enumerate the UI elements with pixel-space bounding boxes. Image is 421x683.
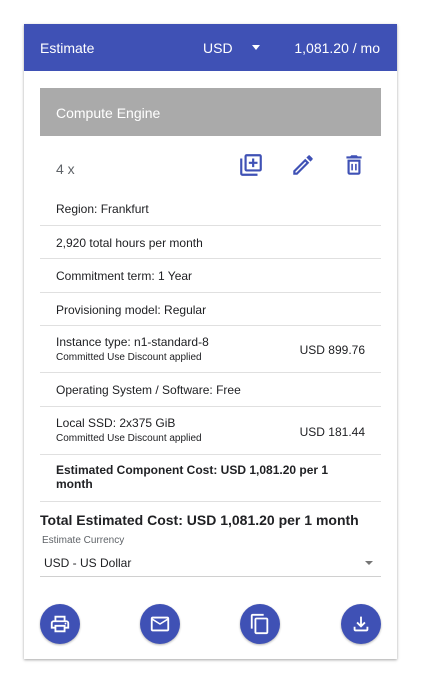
edit-button[interactable] xyxy=(290,152,316,178)
detail-row-ssd: Local SSD: 2x375 GiB Committed Use Disco… xyxy=(40,407,381,455)
delete-button[interactable] xyxy=(341,152,367,178)
ssd-text: Local SSD: 2x375 GiB xyxy=(56,416,176,430)
region-text: Region: Frankfurt xyxy=(56,202,149,216)
component-title-bar: Compute Engine xyxy=(40,88,381,136)
os-text: Operating System / Software: Free xyxy=(56,383,241,397)
currency-select-value: USD - US Dollar xyxy=(44,556,132,570)
provisioning-text: Provisioning model: Regular xyxy=(56,303,207,317)
email-button[interactable] xyxy=(140,604,180,644)
ssd-price: USD 181.44 xyxy=(299,425,365,439)
header-currency[interactable]: USD xyxy=(203,40,233,56)
commitment-text: Commitment term: 1 Year xyxy=(56,269,193,283)
pencil-icon xyxy=(293,155,313,175)
trash-icon xyxy=(346,155,362,175)
instance-price: USD 899.76 xyxy=(299,343,365,357)
component-quantity: 4 x xyxy=(56,161,75,177)
component-cost-text: Estimated Component Cost: USD 1,081.20 p… xyxy=(56,463,329,491)
detail-row-instance: Instance type: n1-standard-8 Committed U… xyxy=(40,326,381,373)
chevron-down-icon xyxy=(365,561,373,565)
instance-type-text: Instance type: n1-standard-8 xyxy=(56,335,209,349)
printer-icon xyxy=(50,615,70,633)
currency-dropdown-icon[interactable] xyxy=(252,45,260,50)
duplicate-button[interactable] xyxy=(238,152,264,178)
ssd-discount-text: Committed Use Discount applied xyxy=(56,433,202,444)
header-total: 1,081.20 / mo xyxy=(294,40,380,56)
detail-row-region: Region: Frankfurt xyxy=(40,192,381,226)
envelope-icon xyxy=(150,616,170,632)
download-button[interactable] xyxy=(341,604,381,644)
total-estimated-cost: Total Estimated Cost: USD 1,081.20 per 1… xyxy=(40,512,359,528)
copy-button[interactable] xyxy=(240,604,280,644)
estimate-title: Estimate xyxy=(40,40,95,56)
add-copy-icon xyxy=(240,154,262,176)
instance-discount-text: Committed Use Discount applied xyxy=(56,352,202,363)
estimate-header: Estimate USD 1,081.20 / mo xyxy=(24,24,397,71)
detail-row-provisioning: Provisioning model: Regular xyxy=(40,293,381,326)
copy-icon xyxy=(250,613,269,635)
component-name: Compute Engine xyxy=(56,105,161,121)
detail-row-hours: 2,920 total hours per month xyxy=(40,226,381,259)
component-details: Region: Frankfurt 2,920 total hours per … xyxy=(40,192,381,502)
hours-text: 2,920 total hours per month xyxy=(56,236,203,250)
currency-select[interactable]: USD - US Dollar xyxy=(40,552,381,577)
detail-row-commitment: Commitment term: 1 Year xyxy=(40,259,381,293)
currency-select-label: Estimate Currency xyxy=(42,535,125,546)
print-button[interactable] xyxy=(40,604,80,644)
download-icon xyxy=(353,616,369,632)
estimate-card: Estimate USD 1,081.20 / mo Compute Engin… xyxy=(24,24,397,659)
detail-row-component-cost: Estimated Component Cost: USD 1,081.20 p… xyxy=(40,455,381,502)
detail-row-os: Operating System / Software: Free xyxy=(40,373,381,407)
